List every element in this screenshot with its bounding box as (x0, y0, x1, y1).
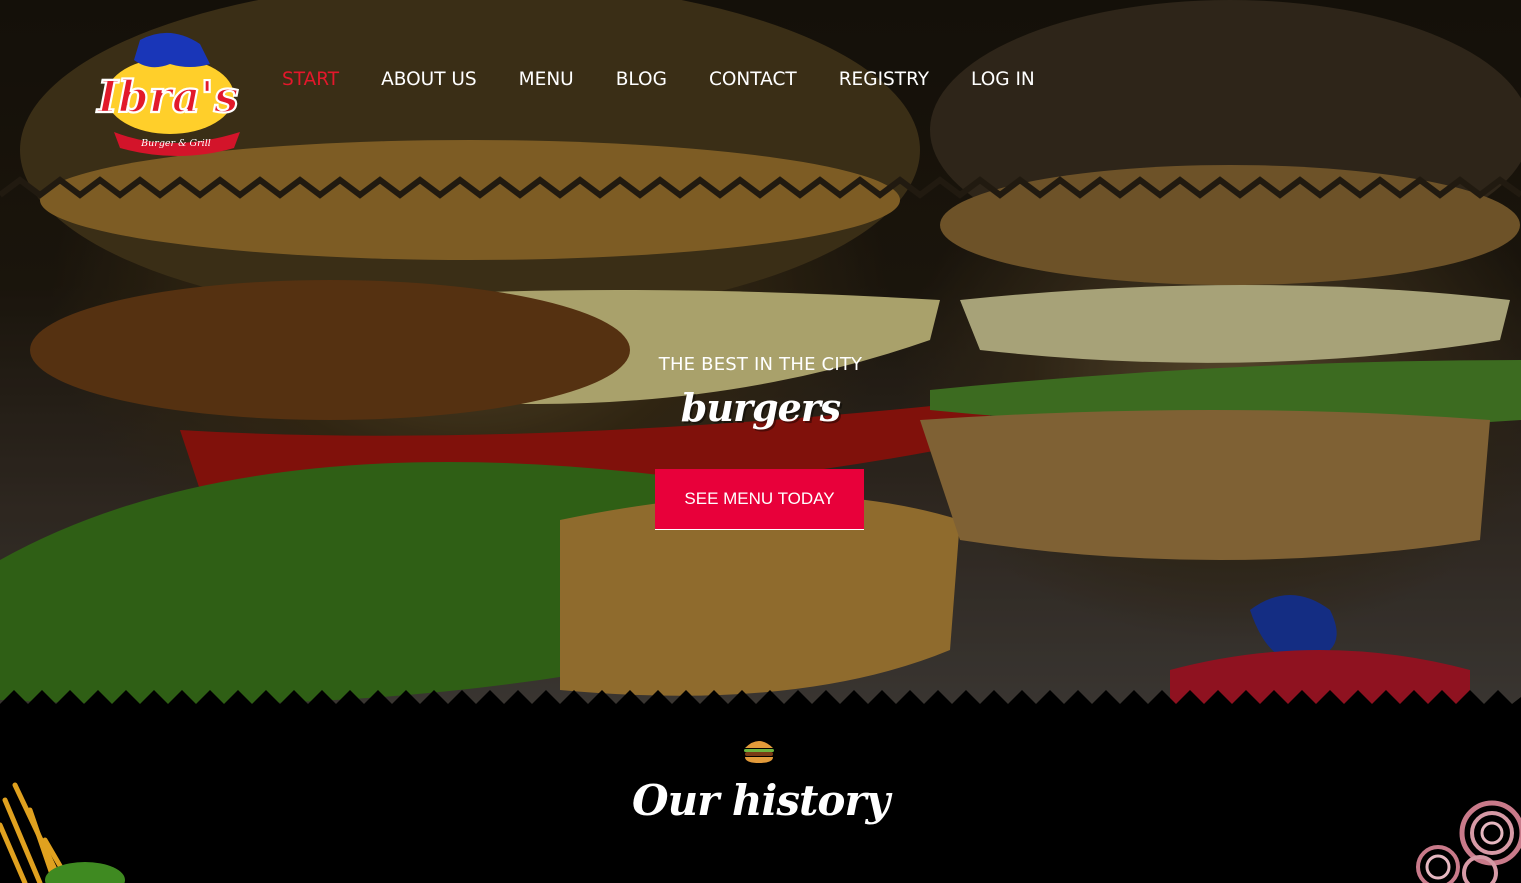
hero-tagline: THE BEST IN THE CITY (658, 354, 863, 375)
nav-item-registry[interactable]: REGISTRY (839, 66, 929, 96)
logo-subtitle: Burger & Grill (140, 138, 211, 149)
fries-decoration (0, 782, 125, 883)
nav-item-contact[interactable]: CONTACT (709, 66, 797, 96)
nav-item-start[interactable]: START (282, 66, 339, 96)
nav-item-menu[interactable]: MENU (519, 66, 574, 96)
see-menu-button[interactable]: SEE MENU TODAY (655, 469, 864, 530)
logo-wordmark: Ibra's (95, 72, 238, 123)
burger-icon (744, 741, 774, 763)
nav-item-about-us[interactable]: ABOUT US (381, 66, 477, 96)
nav-item-blog[interactable]: BLOG (616, 66, 667, 96)
hero-title: burgers (680, 385, 841, 430)
section-title-our-history: Our history (632, 776, 890, 825)
nav-item-log-in[interactable]: LOG IN (971, 66, 1035, 96)
main-navigation: START ABOUT US MENU BLOG CONTACT REGISTR… (282, 66, 1077, 96)
onion-decoration (1416, 800, 1521, 883)
brand-logo[interactable]: Ibra's Burger & Grill (84, 26, 252, 158)
